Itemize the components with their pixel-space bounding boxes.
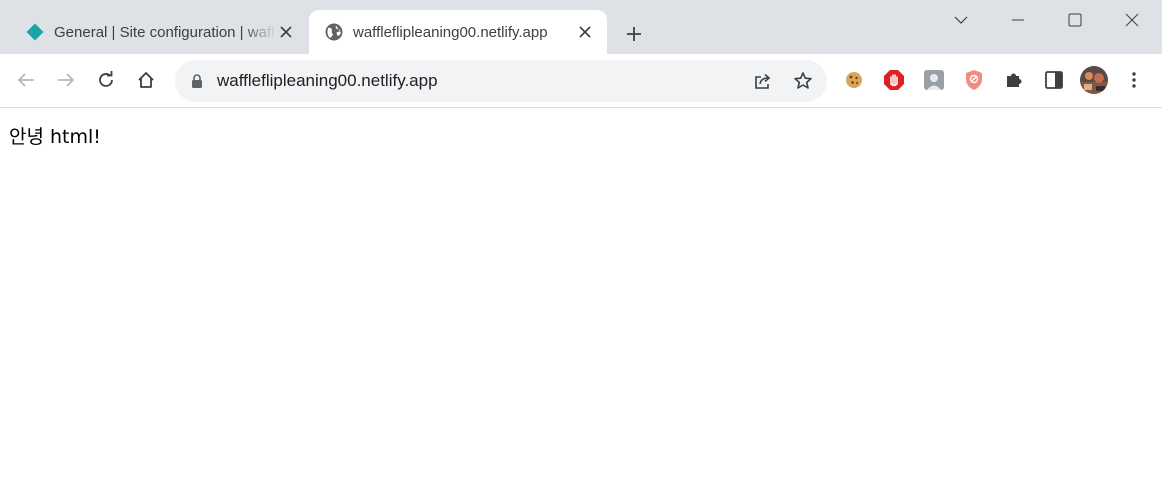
home-button[interactable] bbox=[130, 64, 162, 96]
cookie-icon bbox=[844, 70, 864, 90]
side-panel-button[interactable] bbox=[1038, 64, 1070, 96]
stop-hand-icon bbox=[883, 69, 905, 91]
globe-icon bbox=[323, 21, 345, 43]
netlify-diamond-icon bbox=[24, 21, 46, 43]
page-text: 안녕 html! bbox=[9, 126, 101, 148]
adblock-extension-button[interactable] bbox=[878, 64, 910, 96]
arrow-left-icon bbox=[17, 72, 35, 88]
shield-extension-button[interactable] bbox=[958, 64, 990, 96]
tab-search-button[interactable] bbox=[941, 6, 981, 34]
minimize-button[interactable] bbox=[998, 6, 1038, 34]
avatar bbox=[1080, 66, 1108, 94]
reload-button[interactable] bbox=[90, 64, 122, 96]
lock-icon[interactable] bbox=[187, 71, 207, 91]
close-tab-icon[interactable] bbox=[575, 22, 595, 42]
chevron-down-icon bbox=[954, 16, 968, 24]
profile-avatar-button[interactable] bbox=[1078, 64, 1110, 96]
page-content: 안녕 html! bbox=[0, 108, 1162, 501]
arrow-right-icon bbox=[57, 72, 75, 88]
more-vert-icon bbox=[1132, 72, 1136, 88]
address-bar[interactable]: waffleflipleaning00.netlify.app bbox=[175, 60, 827, 102]
tab-title: General | Site configuration | wafflefli… bbox=[54, 23, 276, 41]
maximize-button[interactable] bbox=[1055, 6, 1095, 34]
home-icon bbox=[137, 71, 155, 89]
maximize-icon bbox=[1068, 13, 1082, 27]
share-icon[interactable] bbox=[752, 70, 774, 92]
chrome-menu-button[interactable] bbox=[1118, 64, 1150, 96]
close-tab-icon[interactable] bbox=[276, 22, 296, 42]
side-panel-icon bbox=[1045, 71, 1063, 89]
forward-button[interactable] bbox=[50, 64, 82, 96]
portrait-icon bbox=[923, 69, 945, 91]
bookmark-star-icon[interactable] bbox=[792, 70, 814, 92]
extensions-button[interactable] bbox=[998, 64, 1030, 96]
plus-icon bbox=[626, 26, 642, 42]
minimize-icon bbox=[1012, 19, 1024, 21]
tab-title: waffleflipleaning00.netlify.app bbox=[353, 23, 548, 41]
profile-extension-button[interactable] bbox=[918, 64, 950, 96]
puzzle-icon bbox=[1004, 70, 1024, 90]
tab-strip: General | Site configuration | wafflefli… bbox=[0, 0, 1162, 54]
tab-waffleflip-netlify[interactable]: waffleflipleaning00.netlify.app bbox=[309, 10, 607, 54]
cookie-extension-button[interactable] bbox=[838, 64, 870, 96]
back-button[interactable] bbox=[10, 64, 42, 96]
shield-icon bbox=[964, 69, 984, 91]
new-tab-button[interactable] bbox=[620, 20, 648, 48]
browser-toolbar: waffleflipleaning00.netlify.app bbox=[0, 54, 1162, 108]
tab-general-site-configuration[interactable]: General | Site configuration | wafflefli… bbox=[10, 10, 308, 54]
reload-icon bbox=[97, 71, 115, 89]
close-icon bbox=[1125, 13, 1139, 27]
close-window-button[interactable] bbox=[1112, 6, 1152, 34]
url-text[interactable]: waffleflipleaning00.netlify.app bbox=[217, 71, 438, 91]
